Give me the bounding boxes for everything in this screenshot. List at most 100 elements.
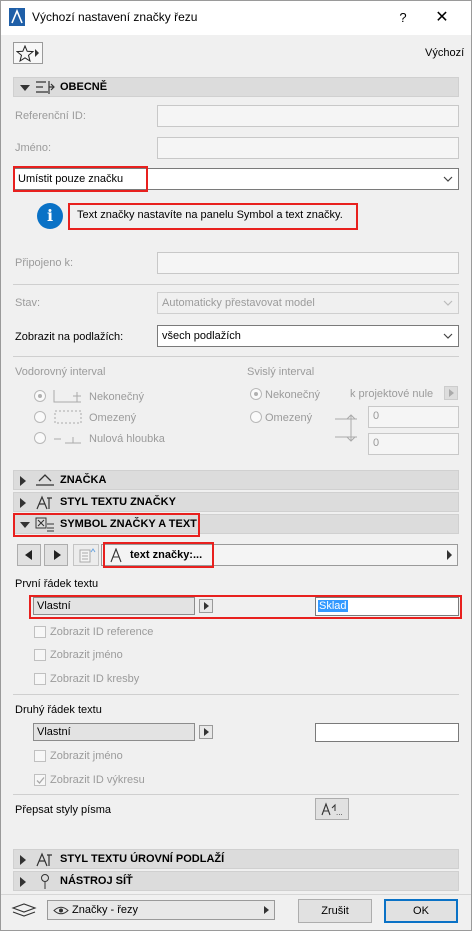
marker-icon xyxy=(36,474,54,486)
page-list-button[interactable] xyxy=(73,544,99,566)
arrow-right-icon xyxy=(449,389,454,397)
chevron-down-icon xyxy=(443,333,453,339)
v-reference-button[interactable] xyxy=(444,386,458,400)
second-line-type-field[interactable]: Vlastní xyxy=(33,723,195,741)
h-limited-label: Omezený xyxy=(89,412,137,424)
section-marker-text-style-title: STYL TEXTU ZNAČKY xyxy=(60,496,176,508)
h-infinite-radio[interactable] xyxy=(34,390,46,402)
v-limited-radio[interactable] xyxy=(250,411,262,423)
highlight-page-selector xyxy=(103,542,214,568)
name-label: Jméno: xyxy=(15,142,52,154)
expand-arrow-icon xyxy=(20,855,26,865)
h-interval-label: Vodorovný interval xyxy=(15,366,106,378)
info-icon: i xyxy=(37,203,63,229)
override-fonts-label: Přepsat styly písma xyxy=(15,804,111,816)
expand-arrow-icon xyxy=(20,877,26,887)
prev-page-button[interactable] xyxy=(17,544,41,566)
first-line-label: První řádek textu xyxy=(15,578,99,590)
status-dropdown[interactable]: Automaticky přestavovat model xyxy=(157,292,459,314)
h-limited-radio[interactable] xyxy=(34,411,46,423)
divider xyxy=(13,356,459,357)
show-name-2-checkbox[interactable] xyxy=(34,750,46,762)
section-grid-tool-title: NÁSTROJ SÍŤ xyxy=(60,875,133,887)
chevron-down-icon xyxy=(443,176,453,182)
help-button[interactable]: ? xyxy=(391,7,415,29)
highlight-placement xyxy=(13,166,148,192)
second-line-label: Druhý řádek textu xyxy=(15,704,102,716)
divider xyxy=(13,284,459,285)
section-marker-title: ZNAČKA xyxy=(60,474,107,486)
second-line-type-button[interactable] xyxy=(199,725,213,739)
text-style-icon xyxy=(36,495,52,510)
next-page-button[interactable] xyxy=(44,544,68,566)
level-text-style-icon xyxy=(36,852,52,867)
second-line-text-input[interactable] xyxy=(315,723,459,742)
layers-icon xyxy=(11,903,37,917)
show-on-label: Zobrazit na podlažích: xyxy=(15,331,124,343)
expand-arrow-icon xyxy=(20,498,26,508)
show-drawing-id-label: Zobrazit ID kresby xyxy=(50,673,140,685)
section-level-text-style-title: STYL TEXTU ÚROVNÍ PODLAŽÍ xyxy=(60,853,225,865)
show-on-value: všech podlažích xyxy=(162,330,241,342)
v-reference-label: k projektové nule xyxy=(350,388,434,400)
show-ref-id-checkbox[interactable] xyxy=(34,626,46,638)
checkmark-icon xyxy=(36,777,45,784)
archicad-app-icon xyxy=(9,8,25,26)
chevron-down-icon xyxy=(443,300,453,306)
vertical-interval-icon xyxy=(335,414,357,442)
cancel-button[interactable]: Zrušit xyxy=(298,899,372,923)
ref-id-label: Referenční ID: xyxy=(15,110,86,122)
section-level-text-style-header[interactable]: STYL TEXTU ÚROVNÍ PODLAŽÍ xyxy=(13,849,459,869)
grid-tool-icon xyxy=(41,874,49,889)
arrow-right-icon xyxy=(54,550,61,560)
favorites-button[interactable] xyxy=(13,42,43,64)
divider xyxy=(13,794,459,795)
layer-value: Značky - řezy xyxy=(72,904,139,916)
h-zero-label: Nulová hloubka xyxy=(89,433,165,445)
section-grid-tool-header[interactable]: NÁSTROJ SÍŤ xyxy=(13,871,459,891)
ok-button[interactable]: OK xyxy=(384,899,458,923)
v-bottom-input[interactable]: 0 xyxy=(368,433,459,455)
highlight-symbol-section xyxy=(13,513,200,537)
status-value: Automaticky přestavovat model xyxy=(162,297,315,309)
show-drawing-id-checkbox[interactable] xyxy=(34,673,46,685)
attached-label: Připojeno k: xyxy=(15,257,74,269)
status-label: Stav: xyxy=(15,297,41,309)
zero-depth-icon xyxy=(54,437,81,444)
collapse-arrow-icon xyxy=(20,85,30,91)
arrow-right-icon xyxy=(204,728,209,736)
highlight-first-line xyxy=(29,595,462,619)
ref-id-input[interactable] xyxy=(157,105,459,127)
h-zero-radio[interactable] xyxy=(34,432,46,444)
section-general-header[interactable]: OBECNĚ xyxy=(13,77,459,97)
svg-text:...: ... xyxy=(336,809,343,817)
close-button[interactable]: ✕ xyxy=(429,7,455,29)
divider xyxy=(13,694,459,695)
favorites-arrow-icon xyxy=(35,49,39,57)
layer-selector[interactable]: Značky - řezy xyxy=(47,900,275,920)
v-limited-label: Omezený xyxy=(265,412,313,424)
page-selector-arrow-icon xyxy=(447,550,452,560)
highlight-info xyxy=(68,203,358,230)
override-fonts-button[interactable]: ... xyxy=(315,798,349,820)
show-name-checkbox[interactable] xyxy=(34,649,46,661)
v-interval-label: Svislý interval xyxy=(247,366,315,378)
show-name-2-label: Zobrazit jméno xyxy=(50,750,123,762)
section-marker-text-style-header[interactable]: STYL TEXTU ZNAČKY xyxy=(13,492,459,512)
section-marker-header[interactable]: ZNAČKA xyxy=(13,470,459,490)
show-sheet-id-label: Zobrazit ID výkresu xyxy=(50,774,145,786)
dialog-window: Výchozí nastavení značky řezu ? ✕ Výchoz… xyxy=(0,0,472,931)
limited-interval-icon xyxy=(54,410,82,424)
page-list-icon xyxy=(79,548,96,563)
v-top-input[interactable]: 0 xyxy=(368,406,459,428)
arrow-right-icon xyxy=(264,906,269,914)
v-infinite-radio[interactable] xyxy=(250,388,262,400)
eye-icon xyxy=(53,906,69,915)
show-sheet-id-checkbox[interactable] xyxy=(34,774,46,786)
expand-arrow-icon xyxy=(20,476,26,486)
defaults-label: Výchozí xyxy=(425,47,465,59)
divider xyxy=(1,894,471,895)
show-on-dropdown[interactable]: všech podlažích xyxy=(157,325,459,347)
name-input[interactable] xyxy=(157,137,459,159)
attached-input[interactable] xyxy=(157,252,459,274)
